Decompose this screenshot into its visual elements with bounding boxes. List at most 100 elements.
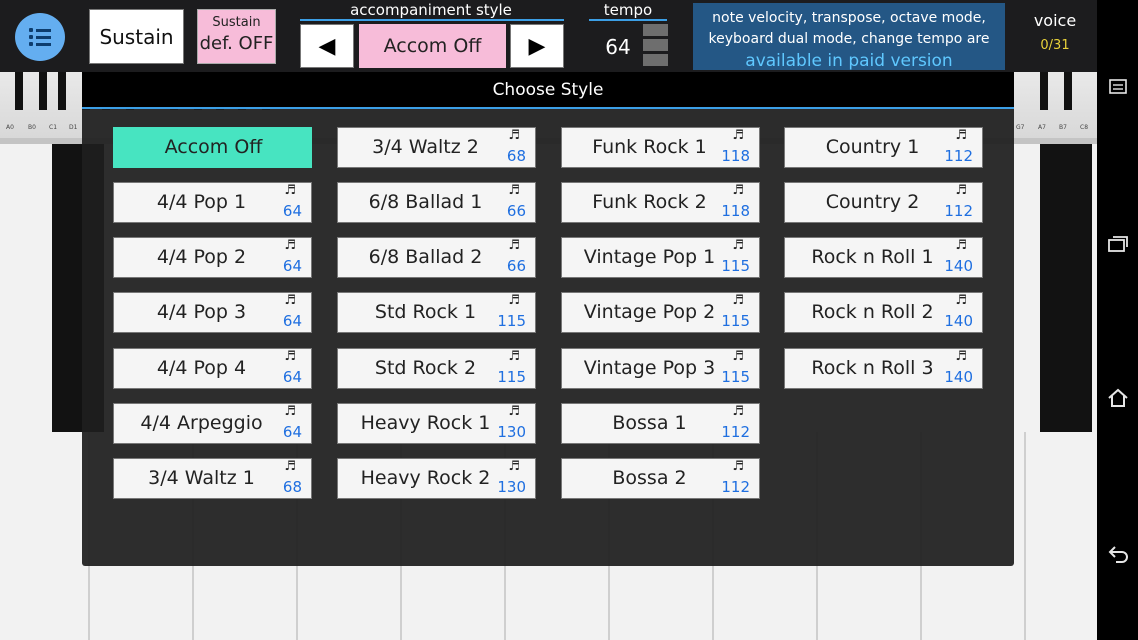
music-note-icon: ♬	[732, 349, 744, 364]
style-option-name: 6/8 Ballad 2	[368, 246, 483, 268]
style-option-tempo: 66	[506, 202, 526, 220]
music-note-icon: ♬	[732, 404, 744, 419]
paid-notice-line-2: keyboard dual mode, change tempo are	[708, 31, 990, 47]
style-option-button[interactable]: Vintage Pop 3 ♬ 115	[561, 348, 760, 389]
style-option-button[interactable]: Bossa 1 ♬ 112	[561, 403, 760, 444]
style-option-name: Heavy Rock 1	[360, 412, 491, 434]
style-option-name: Bossa 1	[612, 412, 687, 434]
tempo-increase-button[interactable]	[643, 24, 668, 36]
back-icon[interactable]	[1097, 543, 1138, 569]
music-note-icon: ♬	[955, 293, 967, 308]
style-option-button[interactable]: Heavy Rock 2 ♬ 130	[337, 458, 536, 499]
style-option-tempo: 115	[497, 312, 526, 330]
music-note-icon: ♬	[284, 404, 296, 419]
mini-black-key[interactable]	[1040, 72, 1048, 110]
next-style-button[interactable]: ▶	[510, 24, 564, 68]
style-option-tempo: 112	[944, 202, 973, 220]
style-option-button[interactable]: 6/8 Ballad 1 ♬ 66	[337, 182, 536, 223]
style-option-tempo: 140	[944, 368, 973, 386]
mini-black-key[interactable]	[58, 72, 66, 110]
style-option-button[interactable]: 6/8 Ballad 2 ♬ 66	[337, 237, 536, 278]
style-option-tempo: 64	[282, 257, 302, 275]
style-option-button[interactable]: 3/4 Waltz 2 ♬ 68	[337, 127, 536, 168]
note-label: A7	[1038, 124, 1046, 131]
music-note-icon: ♬	[508, 459, 520, 474]
style-option-tempo: 64	[282, 312, 302, 330]
style-option-tempo: 140	[944, 257, 973, 275]
music-note-icon: ♬	[508, 293, 520, 308]
mini-black-key[interactable]	[39, 72, 47, 110]
tempo-stepper-middle[interactable]	[643, 39, 668, 51]
choose-style-dialog: Choose Style Accom Off 4/4 Pop 1 ♬ 64 4/4 Po…	[82, 72, 1014, 566]
system-nav-bar	[1097, 0, 1138, 640]
sustain-button[interactable]: Sustain	[89, 9, 184, 64]
note-label: C1	[49, 124, 58, 131]
style-option-name: 4/4 Pop 1	[156, 191, 247, 213]
style-option-button[interactable]: 3/4 Waltz 1 ♬ 68	[113, 458, 312, 499]
mini-black-key[interactable]	[1064, 72, 1072, 110]
menu-button[interactable]	[15, 13, 65, 61]
paid-version-notice[interactable]: note velocity, transpose, octave mode, k…	[693, 3, 1005, 72]
note-label: G7	[1016, 124, 1025, 131]
music-note-icon: ♬	[732, 459, 744, 474]
style-option-tempo: 68	[506, 147, 526, 165]
style-option-button[interactable]: Funk Rock 1 ♬ 118	[561, 127, 760, 168]
note-label: A0	[6, 124, 14, 131]
style-option-name: Std Rock 2	[374, 357, 477, 379]
voice-label[interactable]: voice	[1022, 11, 1088, 30]
home-icon[interactable]	[1097, 387, 1138, 413]
style-option-button[interactable]: 4/4 Arpeggio ♬ 64	[113, 403, 312, 444]
menu-icon[interactable]	[1097, 78, 1138, 100]
tempo-decrease-button[interactable]	[643, 54, 668, 66]
recents-icon[interactable]	[1097, 234, 1138, 258]
style-option-button[interactable]: Std Rock 2 ♬ 115	[337, 348, 536, 389]
sustain-default-button[interactable]: Sustain def. OFF	[197, 9, 276, 64]
style-option-button[interactable]: 4/4 Pop 3 ♬ 64	[113, 292, 312, 333]
music-note-icon: ♬	[508, 349, 520, 364]
style-option-button[interactable]: 4/4 Pop 2 ♬ 64	[113, 237, 312, 278]
tempo-label: tempo	[603, 1, 653, 19]
style-option-button[interactable]: Vintage Pop 2 ♬ 115	[561, 292, 760, 333]
style-option-name: Bossa 2	[612, 467, 687, 489]
music-note-icon: ♬	[284, 238, 296, 253]
style-option-name: Heavy Rock 2	[360, 467, 491, 489]
style-option-button[interactable]: Rock n Roll 1 ♬ 140	[784, 237, 983, 278]
right-arrow-icon: ▶	[528, 33, 546, 59]
style-option-name: Accom Off	[164, 136, 263, 158]
music-note-icon: ♬	[732, 128, 744, 143]
style-option-button[interactable]: Bossa 2 ♬ 112	[561, 458, 760, 499]
paid-notice-link[interactable]: available in paid version	[693, 50, 1005, 72]
music-note-icon: ♬	[955, 238, 967, 253]
style-option-button[interactable]: Country 1 ♬ 112	[784, 127, 983, 168]
style-option-tempo: 118	[721, 202, 750, 220]
style-option-button[interactable]: Accom Off	[113, 127, 312, 168]
style-option-button[interactable]: Country 2 ♬ 112	[784, 182, 983, 223]
style-option-tempo: 115	[721, 368, 750, 386]
music-note-icon: ♬	[732, 183, 744, 198]
prev-style-button[interactable]: ◀	[300, 24, 354, 68]
style-option-name: 3/4 Waltz 2	[372, 136, 479, 158]
music-note-icon: ♬	[284, 459, 296, 474]
music-note-icon: ♬	[284, 183, 296, 198]
style-option-button[interactable]: 4/4 Pop 1 ♬ 64	[113, 182, 312, 223]
mini-black-key[interactable]	[15, 72, 23, 110]
white-key-divider	[1024, 432, 1026, 640]
style-option-button[interactable]: Heavy Rock 1 ♬ 130	[337, 403, 536, 444]
music-note-icon: ♬	[955, 349, 967, 364]
style-option-tempo: 115	[721, 312, 750, 330]
style-option-name: Country 2	[825, 191, 920, 213]
app-root: A0 B0 C1 D1 G7 A7 B7 C8 Sustain Sustain def. OF…	[0, 0, 1138, 640]
style-option-tempo: 115	[721, 257, 750, 275]
style-option-name: Vintage Pop 2	[583, 301, 716, 323]
style-option-button[interactable]: Rock n Roll 3 ♬ 140	[784, 348, 983, 389]
top-toolbar: Sustain Sustain def. OFF accompaniment s…	[0, 0, 1097, 72]
accompaniment-style-value[interactable]: Accom Off	[359, 24, 506, 68]
black-key[interactable]	[1040, 144, 1092, 432]
style-option-tempo: 112	[721, 423, 750, 441]
style-option-button[interactable]: 4/4 Pop 4 ♬ 64	[113, 348, 312, 389]
style-option-button[interactable]: Rock n Roll 2 ♬ 140	[784, 292, 983, 333]
style-option-button[interactable]: Vintage Pop 1 ♬ 115	[561, 237, 760, 278]
style-option-button[interactable]: Funk Rock 2 ♬ 118	[561, 182, 760, 223]
tempo-value: 64	[605, 35, 631, 59]
style-option-button[interactable]: Std Rock 1 ♬ 115	[337, 292, 536, 333]
